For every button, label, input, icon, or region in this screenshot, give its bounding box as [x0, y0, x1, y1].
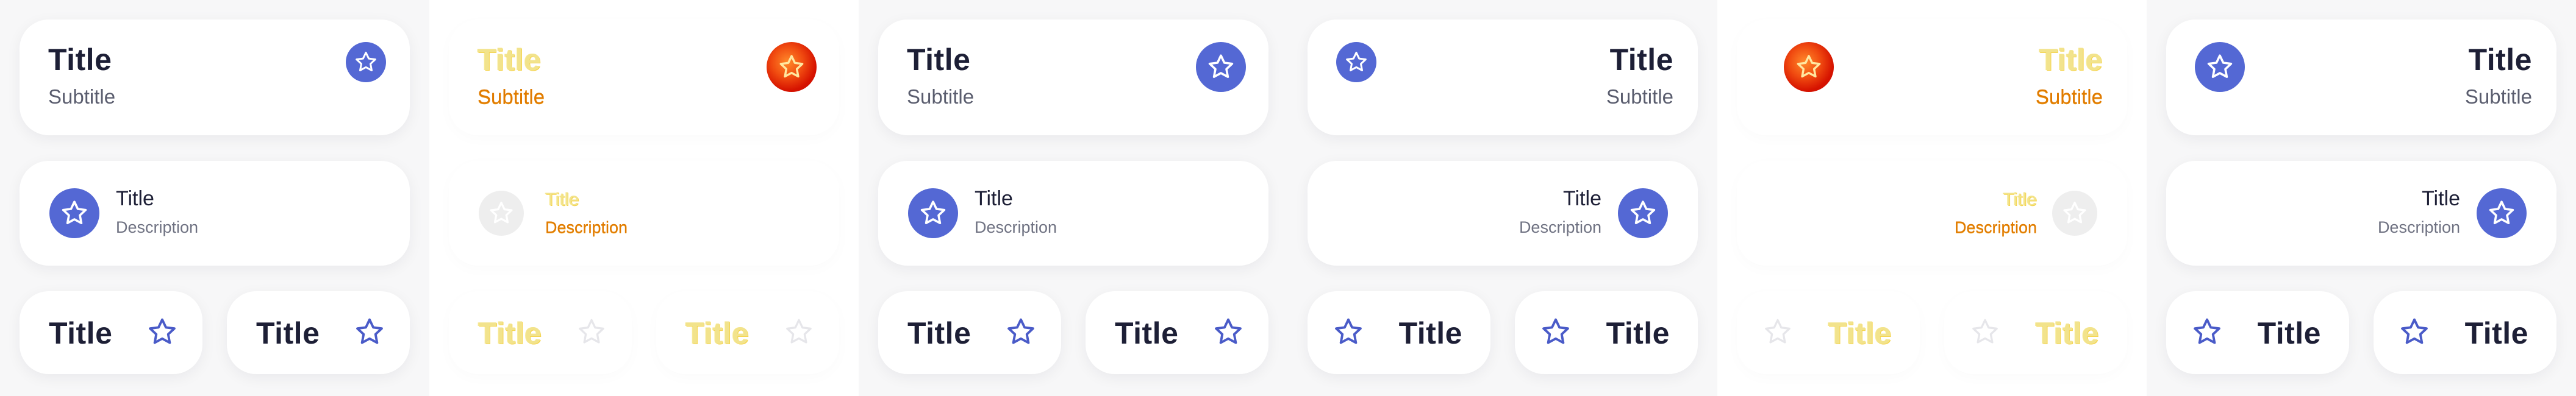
star-icon[interactable]	[146, 316, 179, 348]
star-icon	[2477, 188, 2527, 238]
list-item-description: Description	[975, 218, 1057, 236]
star-icon[interactable]	[1336, 42, 1376, 82]
chip-title: Title	[1398, 316, 1462, 350]
chip-card[interactable]: Title	[20, 291, 202, 374]
list-item-title: Title	[2003, 189, 2037, 210]
list-item-card[interactable]: Title Description	[20, 161, 410, 266]
card-variant-panel-ltr: Title Subtitle Title Description Title T…	[0, 0, 429, 396]
chip-card[interactable]: Title	[1737, 291, 1920, 374]
header-subtitle: Subtitle	[907, 85, 975, 108]
list-item-title: Title	[1563, 187, 1601, 210]
chip-card[interactable]: Title	[1086, 291, 1268, 374]
header-subtitle: Subtitle	[478, 85, 545, 108]
header-title: Title	[2468, 43, 2532, 77]
chip-card[interactable]: Title	[1515, 291, 1698, 374]
star-icon[interactable]	[575, 316, 608, 348]
list-item-description: Description	[2377, 218, 2460, 236]
star-icon[interactable]	[1004, 316, 1037, 348]
header-card[interactable]: Title Subtitle	[1737, 19, 2127, 135]
list-item-card[interactable]: Title Description	[878, 161, 1268, 266]
chip-title: Title	[907, 316, 971, 350]
star-icon[interactable]	[2398, 316, 2431, 348]
star-icon[interactable]	[1196, 42, 1246, 92]
star-icon	[908, 188, 958, 238]
list-item-title: Title	[2422, 187, 2460, 210]
chip-title: Title	[2464, 316, 2528, 350]
card-variant-panel-rtl-glitch: Title Subtitle Title Description Title T…	[1717, 0, 2147, 396]
chip-card[interactable]: Title	[1308, 291, 1490, 374]
list-item-description: Description	[545, 218, 628, 236]
list-item-title: Title	[545, 189, 579, 210]
list-item-card[interactable]: Title Description	[1737, 161, 2127, 266]
chip-title: Title	[1115, 316, 1179, 350]
header-title: Title	[1609, 43, 1673, 77]
card-variant-panel-rtl: Title Subtitle Title Description Title T…	[2147, 0, 2576, 396]
star-icon[interactable]	[346, 42, 386, 82]
star-icon	[479, 191, 524, 236]
star-icon[interactable]	[1212, 316, 1245, 348]
card-variant-panel-rtl: Title Subtitle Title Description Title T…	[1288, 0, 1717, 396]
card-variant-panel-ltr: Title Subtitle Title Description Title T…	[859, 0, 1288, 396]
list-item-card[interactable]: Title Description	[1308, 161, 1698, 266]
star-icon	[1618, 188, 1668, 238]
header-card[interactable]: Title Subtitle	[1308, 19, 1698, 135]
card-variant-panel-ltr-glitch: Title Subtitle Title Description Title T…	[429, 0, 859, 396]
header-subtitle: Subtitle	[48, 85, 116, 108]
header-card[interactable]: Title Subtitle	[2166, 19, 2556, 135]
header-title: Title	[48, 43, 112, 77]
header-subtitle: Subtitle	[2464, 85, 2532, 108]
header-card[interactable]: Title Subtitle	[449, 19, 839, 135]
star-icon[interactable]	[782, 316, 815, 348]
star-icon[interactable]	[1539, 316, 1572, 348]
list-item-description: Description	[1519, 218, 1601, 236]
star-icon	[2052, 191, 2097, 236]
header-title: Title	[907, 43, 971, 77]
chip-card[interactable]: Title	[656, 291, 839, 374]
star-icon[interactable]	[1761, 316, 1794, 348]
chip-title: Title	[685, 316, 750, 350]
list-item-description: Description	[1954, 218, 2037, 236]
chip-card[interactable]: Title	[227, 291, 410, 374]
chip-title: Title	[2257, 316, 2321, 350]
header-subtitle: Subtitle	[1606, 85, 1673, 108]
list-item-title: Title	[975, 187, 1013, 210]
header-card[interactable]: Title Subtitle	[20, 19, 410, 135]
chip-card[interactable]: Title	[1944, 291, 2127, 374]
star-icon[interactable]	[353, 316, 386, 348]
star-icon[interactable]	[1784, 42, 1834, 92]
list-item-description: Description	[116, 218, 199, 236]
header-card[interactable]: Title Subtitle	[878, 19, 1268, 135]
star-icon[interactable]	[767, 42, 817, 92]
chip-card[interactable]: Title	[2374, 291, 2556, 374]
chip-title: Title	[1828, 316, 1892, 350]
chip-title: Title	[478, 316, 542, 350]
chip-title: Title	[256, 316, 320, 350]
list-item-card[interactable]: Title Description	[449, 161, 839, 266]
star-icon[interactable]	[1332, 316, 1365, 348]
chip-card[interactable]: Title	[878, 291, 1061, 374]
header-subtitle: Subtitle	[2035, 85, 2103, 108]
chip-card[interactable]: Title	[449, 291, 632, 374]
list-item-title: Title	[116, 187, 154, 210]
header-title: Title	[2039, 43, 2103, 77]
star-icon[interactable]	[2195, 42, 2245, 92]
chip-title: Title	[49, 316, 113, 350]
chip-title: Title	[2035, 316, 2099, 350]
star-icon[interactable]	[1969, 316, 2002, 348]
chip-title: Title	[1606, 316, 1670, 350]
star-icon	[49, 188, 99, 238]
chip-card[interactable]: Title	[2166, 291, 2349, 374]
header-title: Title	[478, 43, 542, 77]
list-item-card[interactable]: Title Description	[2166, 161, 2556, 266]
star-icon[interactable]	[2191, 316, 2224, 348]
